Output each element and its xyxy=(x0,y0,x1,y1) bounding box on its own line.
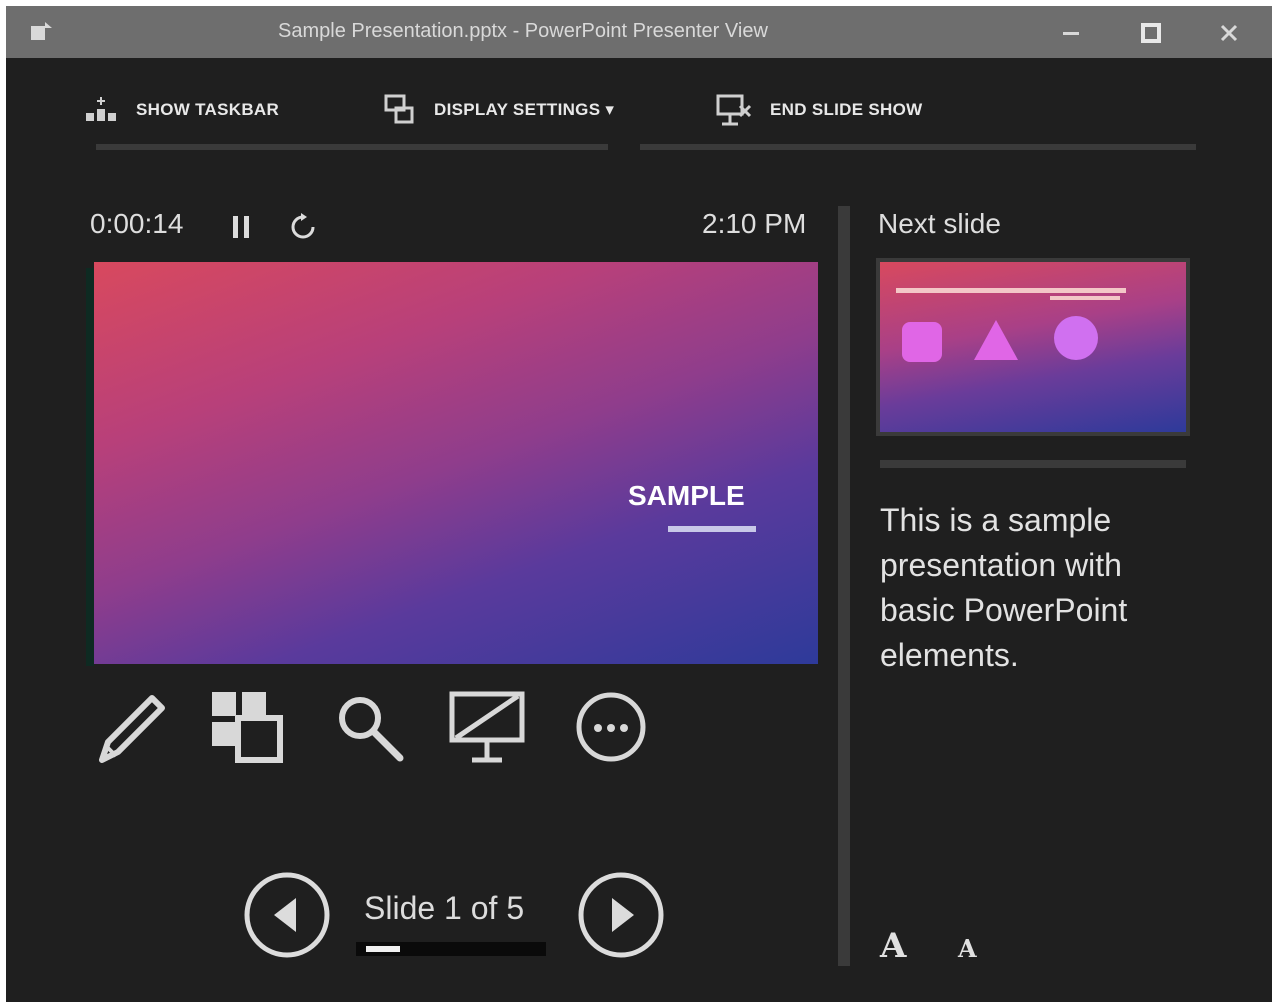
zoom-icon[interactable] xyxy=(324,682,414,772)
previous-slide-icon[interactable] xyxy=(240,868,334,962)
slide-title-text: SAMPLE xyxy=(628,480,745,511)
next-slide-preview[interactable] xyxy=(876,258,1190,436)
next-slide-circle-shape xyxy=(1054,316,1098,360)
notes-divider[interactable] xyxy=(880,460,1186,468)
slide-progress-fill xyxy=(366,946,400,952)
toolbar-divider-right xyxy=(640,144,1196,150)
close-icon[interactable] xyxy=(1212,16,1246,50)
speaker-notes[interactable]: This is a sample presentation with basic… xyxy=(880,498,1180,678)
presenter-view-window: Sample Presentation.pptx - PowerPoint Pr… xyxy=(6,6,1272,1002)
show-taskbar-button[interactable]: SHOW TASKBAR xyxy=(84,90,279,130)
display-settings-icon xyxy=(384,94,414,124)
display-settings-label: DISPLAY SETTINGS ▾ xyxy=(434,100,615,119)
more-options-icon[interactable] xyxy=(566,682,656,772)
restore-icon[interactable] xyxy=(1134,16,1168,50)
taskbar-icon xyxy=(86,97,116,121)
increase-font-button[interactable]: A xyxy=(880,926,906,966)
minimize-icon[interactable] xyxy=(1054,16,1088,50)
slide-edge-accent xyxy=(86,268,94,666)
toolbar-divider-left xyxy=(96,144,608,150)
decrease-font-button[interactable]: A xyxy=(958,934,977,963)
pause-timer-icon[interactable] xyxy=(226,210,256,244)
end-show-icon xyxy=(716,94,752,126)
current-time: 2:10 PM xyxy=(702,208,807,239)
show-taskbar-label: SHOW TASKBAR xyxy=(136,100,280,119)
restart-timer-icon[interactable] xyxy=(286,210,320,244)
current-slide-preview[interactable]: SAMPLE xyxy=(94,262,818,664)
next-slide-shapes xyxy=(902,316,1098,362)
see-all-slides-icon[interactable] xyxy=(200,682,290,772)
powerpoint-app-icon xyxy=(31,22,52,40)
title-bar: Sample Presentation.pptx - PowerPoint Pr… xyxy=(6,6,1272,58)
slide-title-underline xyxy=(668,526,756,532)
black-screen-icon[interactable] xyxy=(442,682,532,772)
window-title: Sample Presentation.pptx - PowerPoint Pr… xyxy=(278,20,768,42)
next-slide-square-shape xyxy=(902,322,942,362)
pen-icon[interactable] xyxy=(82,682,172,772)
next-slide-triangle-shape xyxy=(974,320,1018,360)
end-slide-show-label: END SLIDE SHOW xyxy=(770,100,923,119)
next-slide-label: Next slide xyxy=(878,208,1001,239)
elapsed-timer: 0:00:14 xyxy=(90,208,184,239)
slide-counter[interactable]: Slide 1 of 5 xyxy=(364,890,524,927)
end-slide-show-button[interactable]: END SLIDE SHOW xyxy=(714,90,923,130)
pane-splitter[interactable] xyxy=(838,206,850,966)
display-settings-button[interactable]: DISPLAY SETTINGS ▾ xyxy=(382,90,614,130)
next-slide-icon[interactable] xyxy=(574,868,668,962)
